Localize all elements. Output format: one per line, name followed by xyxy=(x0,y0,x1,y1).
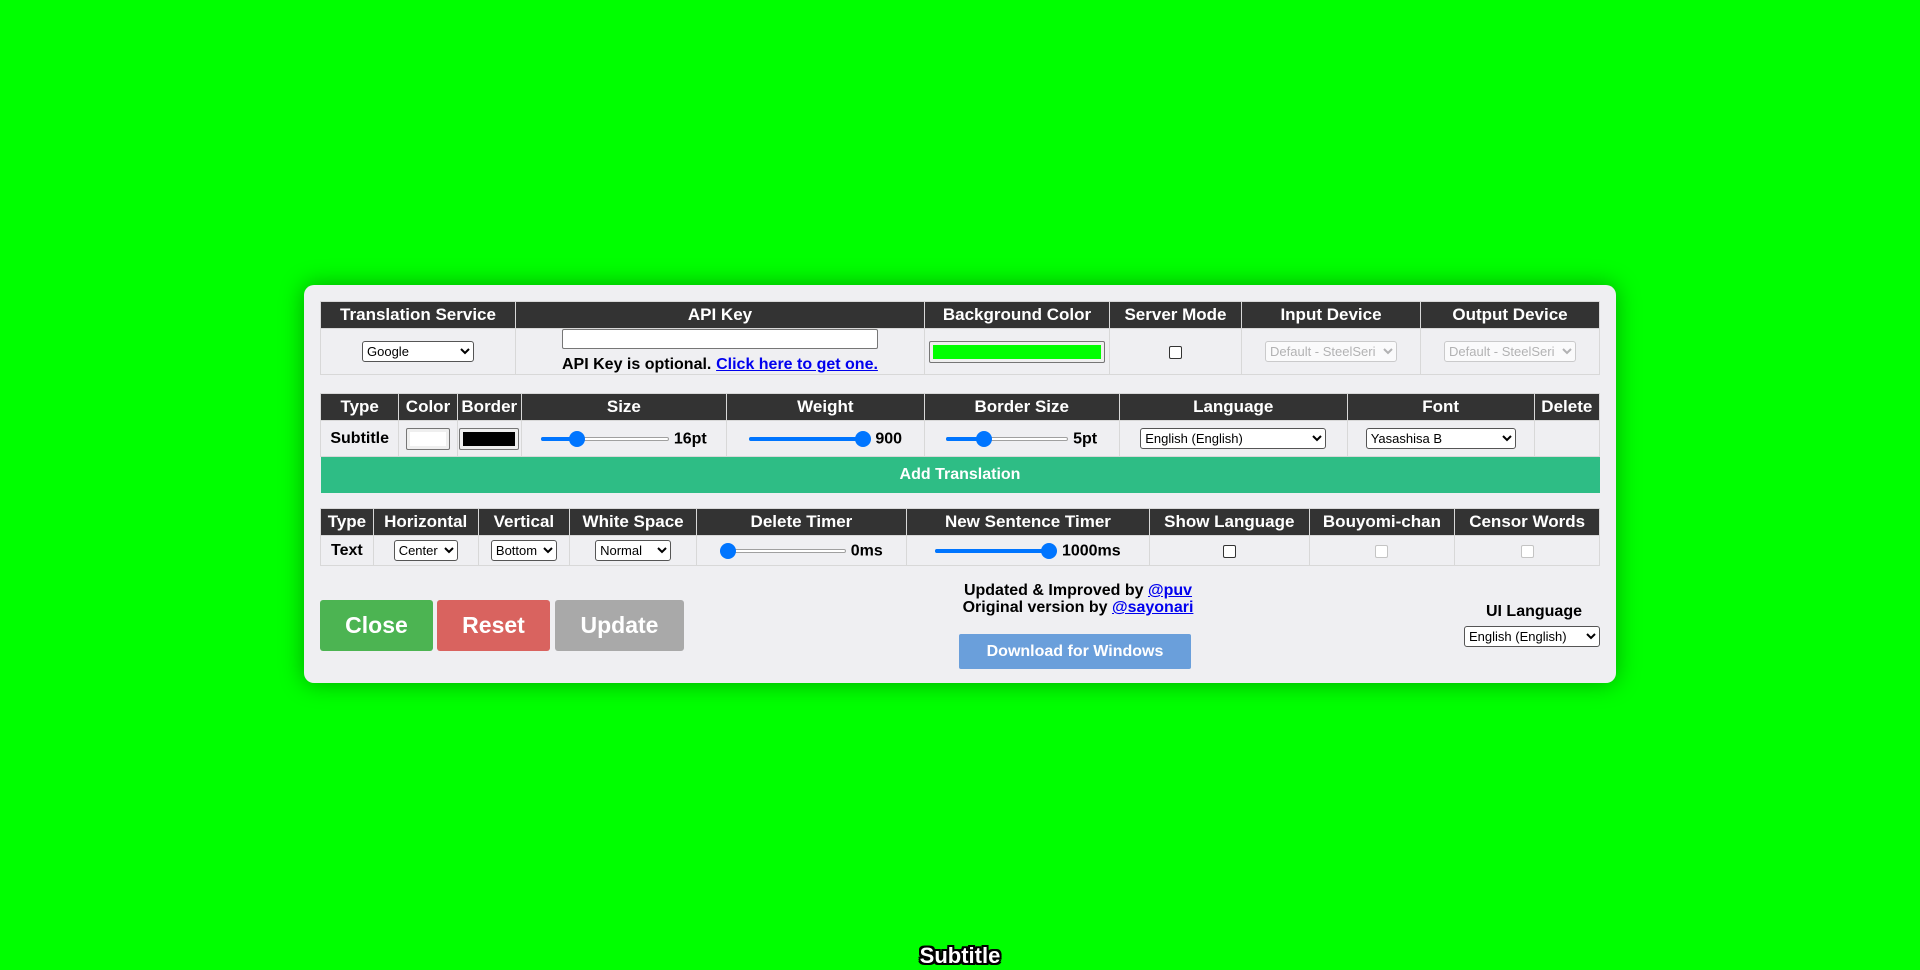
header-color: Color xyxy=(398,393,458,421)
sayonari-link[interactable]: @sayonari xyxy=(1112,599,1193,616)
text-type: Text xyxy=(320,535,374,566)
credits: Updated & Improved by @puv Original vers… xyxy=(940,582,1216,616)
vertical-select[interactable]: Bottom xyxy=(490,540,557,561)
white-space-select[interactable]: Normal xyxy=(595,540,672,561)
header-type: Type xyxy=(319,393,400,421)
header-server-mode: Server Mode xyxy=(1109,301,1242,329)
header-new-sentence-timer: New Sentence Timer xyxy=(905,508,1150,536)
settings-panel: Translation Service API Key Background C… xyxy=(304,285,1616,683)
header-border-size: Border Size xyxy=(923,393,1120,421)
translation-type: Subtitle xyxy=(319,420,400,457)
language-select[interactable]: English (English) xyxy=(1140,428,1327,449)
api-key-note: API Key is optional. xyxy=(562,356,712,373)
header-delete: Delete xyxy=(1533,393,1601,421)
border-size-slider[interactable] xyxy=(946,431,1069,448)
header-delete-timer: Delete Timer xyxy=(695,508,907,536)
header-size: Size xyxy=(520,393,727,421)
header-language: Language xyxy=(1118,393,1348,421)
background-color-picker[interactable] xyxy=(929,340,1105,363)
header-show-language: Show Language xyxy=(1148,508,1310,536)
text-color-picker[interactable] xyxy=(405,427,450,450)
api-key-input[interactable] xyxy=(562,329,878,349)
delete-timer-value: 0ms xyxy=(850,542,883,560)
header-vertical: Vertical xyxy=(477,508,571,536)
header-horizontal: Horizontal xyxy=(372,508,479,536)
header-api-key: API Key xyxy=(515,301,925,329)
horizontal-select[interactable]: Center xyxy=(393,540,458,561)
server-mode-checkbox[interactable] xyxy=(1169,345,1182,359)
header-input-device: Input Device xyxy=(1241,301,1421,329)
new-sentence-timer-slider[interactable] xyxy=(935,543,1058,560)
translation-service-select[interactable]: Google xyxy=(362,341,474,362)
subtitle-preview: Subtitle xyxy=(919,943,1001,968)
border-size-value: 5pt xyxy=(1073,430,1098,448)
download-windows-button[interactable]: Download for Windows xyxy=(959,634,1191,669)
weight-value: 900 xyxy=(875,430,903,448)
ui-language-label: UI Language xyxy=(1485,603,1582,620)
header-border: Border xyxy=(456,393,522,421)
header-censor-words: Censor Words xyxy=(1454,508,1600,536)
weight-slider[interactable] xyxy=(748,431,871,448)
header-output-device: Output Device xyxy=(1420,301,1600,329)
input-device-select[interactable]: Default - SteelSeri xyxy=(1265,341,1397,362)
puv-link[interactable]: @puv xyxy=(1148,582,1192,599)
header-font: Font xyxy=(1346,393,1535,421)
header-background-color: Background Color xyxy=(924,301,1110,329)
delete-timer-slider[interactable] xyxy=(720,543,847,560)
bouyomi-chan-checkbox[interactable] xyxy=(1375,544,1389,558)
header-bouyomi-chan: Bouyomi-chan xyxy=(1308,508,1456,536)
settings-table: Translation Service API Key Background C… xyxy=(320,301,1600,375)
reset-button[interactable]: Reset xyxy=(437,600,550,651)
close-button[interactable]: Close xyxy=(320,600,433,651)
updated-by-label: Updated & Improved by xyxy=(963,582,1144,599)
censor-words-checkbox[interactable] xyxy=(1520,544,1534,558)
translation-table: Type Color Border Size Weight Border Siz… xyxy=(319,393,1601,493)
border-color-picker[interactable] xyxy=(459,427,520,450)
update-button[interactable]: Update xyxy=(555,600,684,651)
api-key-link[interactable]: Click here to get one. xyxy=(716,356,878,373)
show-language-checkbox[interactable] xyxy=(1222,544,1236,558)
header-weight: Weight xyxy=(725,393,925,421)
ui-language-select[interactable]: English (English) xyxy=(1464,626,1600,647)
header-translation-service: Translation Service xyxy=(320,301,516,329)
delete-cell xyxy=(1533,420,1601,457)
header-white-space: White Space xyxy=(569,508,697,536)
new-sentence-timer-value: 1000ms xyxy=(1061,542,1121,560)
size-value: 16pt xyxy=(673,430,707,448)
header-text-type: Type xyxy=(320,508,374,536)
text-settings-table: Type Horizontal Vertical White Space Del… xyxy=(320,508,1600,566)
output-device-select[interactable]: Default - SteelSeri xyxy=(1444,341,1576,362)
add-translation-button[interactable]: Add Translation xyxy=(320,456,1600,493)
original-by-label: Original version by xyxy=(962,599,1108,616)
font-select[interactable]: Yasashisa B xyxy=(1365,428,1516,449)
size-slider[interactable] xyxy=(541,431,670,448)
